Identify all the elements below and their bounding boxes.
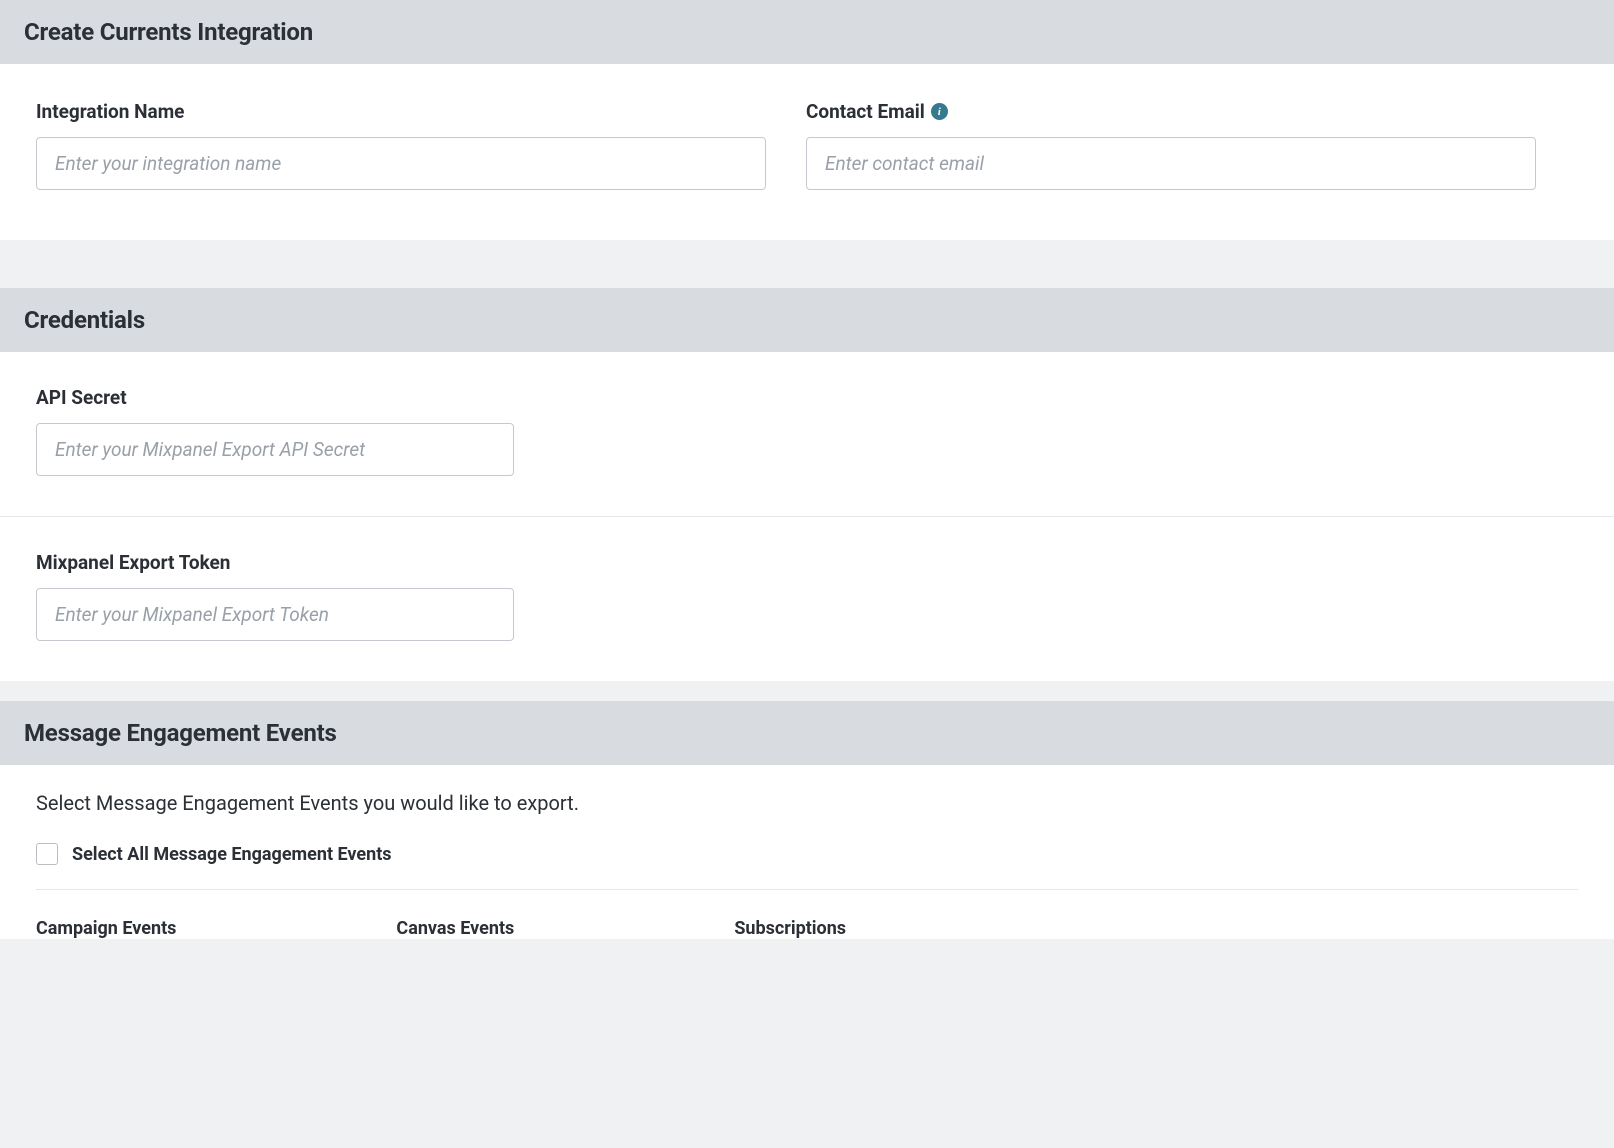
section-heading-credentials: Credentials: [0, 288, 1614, 352]
select-all-row: Select All Message Engagement Events: [36, 843, 1578, 890]
select-all-checkbox[interactable]: [36, 843, 58, 865]
integration-name-group: Integration Name: [36, 100, 766, 190]
integration-section-body: Integration Name Contact Email i: [0, 64, 1614, 240]
integration-name-label: Integration Name: [36, 100, 766, 123]
events-columns-row: Campaign Events Canvas Events Subscripti…: [36, 890, 1578, 939]
column-campaign-events: Campaign Events: [36, 918, 176, 939]
integration-form-row: Integration Name Contact Email i: [36, 100, 1578, 190]
contact-email-label: Contact Email i: [806, 100, 1536, 123]
credentials-section-body: API Secret Mixpanel Export Token: [0, 352, 1614, 681]
export-token-label: Mixpanel Export Token: [36, 551, 1578, 574]
contact-email-label-text: Contact Email: [806, 100, 925, 123]
api-secret-input[interactable]: [36, 423, 514, 476]
section-gap: [0, 681, 1614, 701]
section-heading-integration: Create Currents Integration: [0, 0, 1614, 64]
export-token-input[interactable]: [36, 588, 514, 641]
contact-email-group: Contact Email i: [806, 100, 1536, 190]
events-instructions: Select Message Engagement Events you wou…: [36, 791, 1578, 815]
api-secret-block: API Secret: [0, 352, 1614, 517]
column-canvas-events: Canvas Events: [396, 918, 514, 939]
integration-name-input[interactable]: [36, 137, 766, 190]
export-token-group: Mixpanel Export Token: [36, 551, 1578, 641]
events-section-body: Select Message Engagement Events you wou…: [0, 765, 1614, 939]
contact-email-input[interactable]: [806, 137, 1536, 190]
section-heading-events: Message Engagement Events: [0, 701, 1614, 765]
export-token-block: Mixpanel Export Token: [0, 517, 1614, 681]
section-gap: [0, 240, 1614, 288]
info-icon[interactable]: i: [931, 103, 948, 120]
api-secret-label: API Secret: [36, 386, 1578, 409]
column-subscriptions: Subscriptions: [734, 918, 846, 939]
select-all-label: Select All Message Engagement Events: [72, 844, 392, 865]
api-secret-group: API Secret: [36, 386, 1578, 476]
